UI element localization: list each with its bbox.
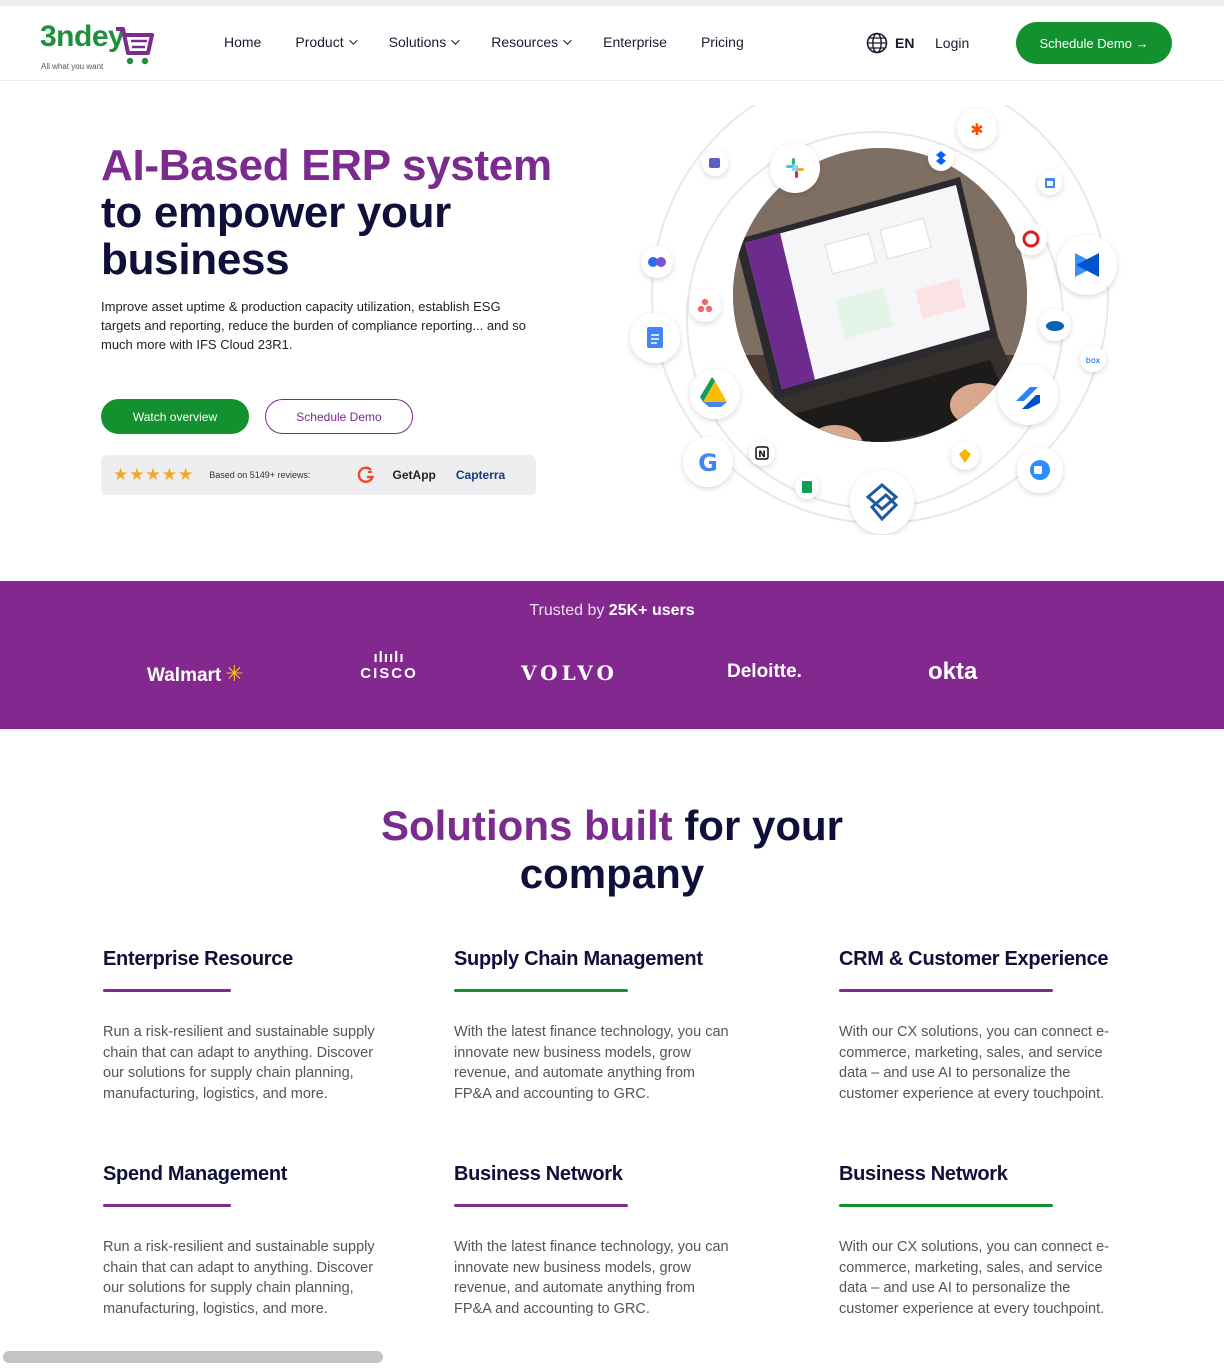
star-rating: ★★★★★ [113, 465, 195, 484]
solution-card-accent-bar [839, 989, 1053, 992]
nav-pricing[interactable]: Pricing [701, 34, 744, 50]
solutions-title: Solutions built for your company [381, 802, 843, 897]
svg-text:box: box [1086, 356, 1101, 365]
getapp-logo[interactable]: GetApp [393, 468, 436, 482]
solution-card-accent-bar [839, 1204, 1053, 1207]
solution-card-title: Supply Chain Management [454, 948, 703, 970]
chevron-down-icon [563, 36, 572, 45]
watch-overview-button[interactable]: Watch overview [101, 399, 249, 434]
logo-tagline: All what you want [41, 62, 104, 71]
deloitte-logo: Deloitte. [727, 661, 802, 682]
nav-solutions[interactable]: Solutions [389, 34, 460, 50]
creative-cloud-icon [1015, 223, 1047, 255]
globe-icon [866, 32, 888, 54]
solution-card-title: CRM & Customer Experience [839, 948, 1109, 970]
trusted-by-banner: Trusted by 25K+ users Walmart ✳ ılıılı CI… [0, 581, 1224, 729]
walmart-logo: Walmart ✳ [147, 661, 244, 686]
nav-resources[interactable]: Resources [491, 34, 572, 50]
reviews-bar: ★★★★★ Based on 5149+ reviews: GetApp Cap… [101, 455, 536, 495]
solution-card-accent-bar [454, 1204, 628, 1207]
language-selector[interactable]: EN [866, 32, 914, 54]
hero-title: AI-Based ERP system to empower your busi… [101, 142, 552, 283]
trusted-title: Trusted by 25K+ users [529, 602, 695, 619]
hero-description: Improve asset uptime & production capaci… [101, 299, 526, 352]
nav-home[interactable]: Home [224, 34, 261, 50]
solution-card[interactable]: Supply Chain Management With the latest … [454, 948, 754, 1104]
schedule-demo-nav-button[interactable]: Schedule Demo → [1016, 22, 1172, 64]
solution-card-title: Spend Management [103, 1163, 288, 1185]
chevron-down-icon [348, 36, 358, 45]
language-label: EN [895, 35, 915, 51]
app-logo-icon [850, 470, 914, 534]
solution-card-text: With our CX solutions, you can connect e… [839, 1024, 1109, 1102]
logo-text: 3ndey [40, 20, 125, 53]
solution-card[interactable]: Business Network With the latest finance… [454, 1163, 754, 1319]
integrations-illustration: ✱ box N G [630, 105, 1117, 534]
asana-icon [689, 290, 721, 322]
solution-card-text: With the latest finance technology, you … [454, 1024, 729, 1102]
okta-logo: okta [928, 658, 978, 685]
login-link[interactable]: Login [935, 35, 969, 51]
solution-card-accent-bar [103, 989, 231, 992]
solution-card-text: Run a risk-resilient and sustainable sup… [103, 1239, 375, 1317]
g2-logo-icon[interactable] [357, 466, 375, 484]
solution-card-text: With the latest finance technology, you … [454, 1239, 729, 1317]
svg-text:N: N [758, 450, 766, 460]
nav-enterprise[interactable]: Enterprise [603, 34, 667, 50]
solution-card-accent-bar [454, 989, 628, 992]
volvo-logo: VOLVO [521, 661, 618, 685]
solution-card-title: Business Network [839, 1163, 1008, 1185]
svg-text:✱: ✱ [970, 120, 983, 139]
hero-title-rest: to empower your business [101, 188, 451, 284]
site-logo[interactable]: 3ndey All what you want [40, 20, 160, 71]
chevron-down-icon [451, 36, 460, 45]
main-menu: Home Product Solutions Resources Enterpr… [224, 34, 778, 50]
solution-card[interactable]: Business Network With our CX solutions, … [839, 1163, 1139, 1319]
reviews-count: Based on 5149+ reviews: [209, 470, 311, 480]
cart-icon [116, 27, 154, 65]
solution-card-title: Business Network [454, 1163, 623, 1185]
solution-card-title: Enterprise Resource [103, 948, 293, 970]
solution-card[interactable]: CRM & Customer Experience With our CX so… [839, 948, 1139, 1104]
solution-card[interactable]: Spend Management Run a risk-resilient an… [103, 1163, 403, 1319]
horizontal-scrollbar[interactable] [3, 1351, 383, 1363]
hero-title-accent: AI-Based ERP system [101, 141, 552, 190]
cisco-logo: ılıılı CISCO [360, 649, 418, 682]
svg-text:G: G [698, 449, 718, 477]
nav-product[interactable]: Product [295, 34, 358, 50]
schedule-demo-button[interactable]: Schedule Demo [265, 399, 413, 434]
top-navigation: 3ndey All what you want Home Product Sol… [0, 6, 1224, 81]
capterra-logo[interactable]: Capterra [456, 468, 505, 482]
solution-card-text: Run a risk-resilient and sustainable sup… [103, 1024, 375, 1102]
solution-card-text: With our CX solutions, you can connect e… [839, 1239, 1109, 1317]
solution-card-accent-bar [103, 1204, 231, 1207]
solution-card[interactable]: Enterprise Resource Run a risk-resilient… [103, 948, 403, 1104]
